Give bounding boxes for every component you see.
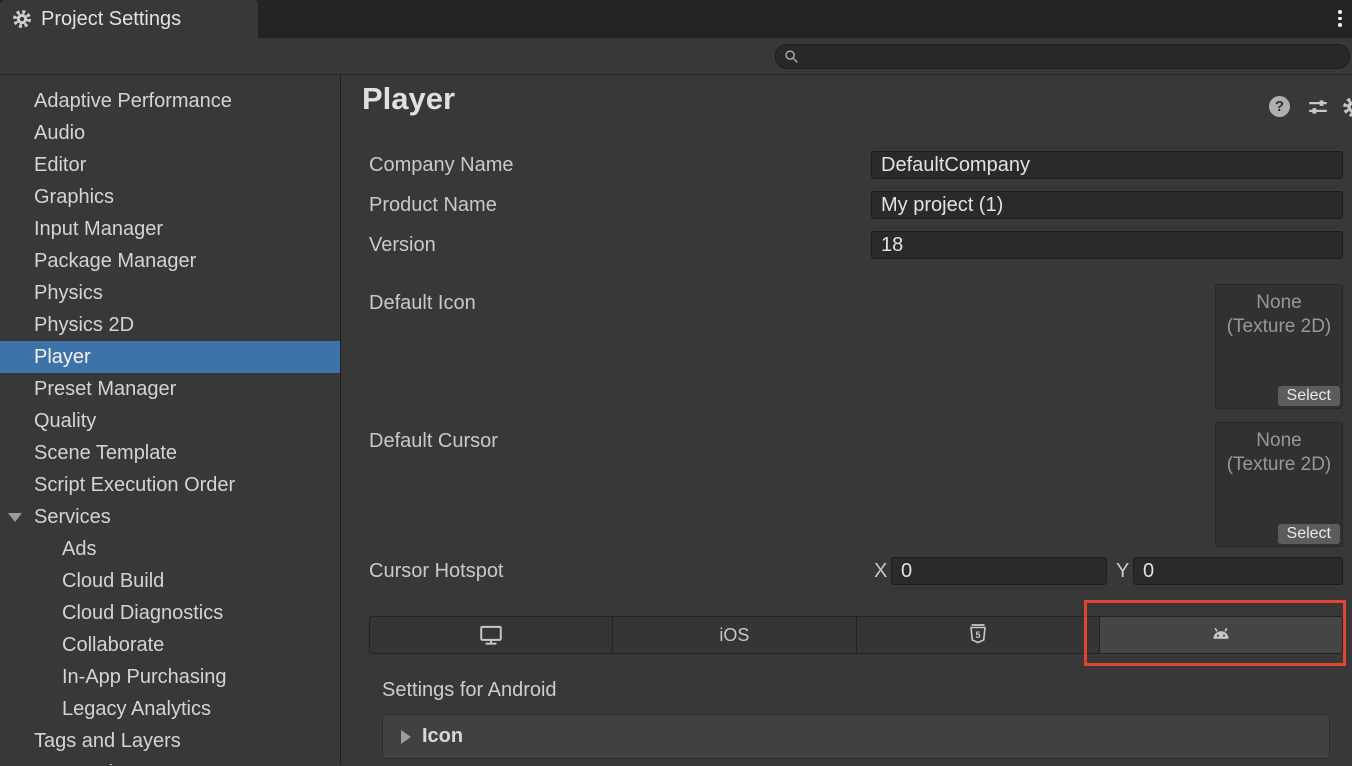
sidebar-item-ads[interactable]: Ads: [0, 533, 340, 565]
sidebar-item-label: Preset Manager: [34, 378, 176, 400]
sidebar-item-package-manager[interactable]: Package Manager: [0, 245, 340, 277]
sidebar-item-player[interactable]: Player: [0, 341, 340, 373]
window-tab-project-settings[interactable]: Project Settings: [0, 0, 258, 38]
search-input[interactable]: [805, 48, 1341, 66]
search-icon: [784, 49, 799, 64]
search-box[interactable]: [775, 44, 1350, 69]
foldout-expanded-icon[interactable]: [8, 513, 22, 522]
sidebar-item-textmesh-pro[interactable]: TextMesh Pro: [0, 757, 340, 765]
sidebar-item-physics[interactable]: Physics: [0, 277, 340, 309]
toolbar: [0, 38, 1352, 75]
platform-tab-standalone[interactable]: [370, 617, 613, 653]
product-name-input[interactable]: [871, 191, 1343, 219]
presets-icon[interactable]: [1307, 96, 1329, 118]
platform-tab-ios[interactable]: iOS: [613, 617, 856, 653]
svg-text:5: 5: [975, 630, 980, 640]
titlebar: Project Settings: [0, 0, 1352, 38]
company-name-input[interactable]: [871, 151, 1343, 179]
platform-tab-android[interactable]: [1100, 617, 1342, 653]
sidebar-item-adaptive-performance[interactable]: Adaptive Performance: [0, 85, 340, 117]
sidebar-item-label: Collaborate: [62, 634, 164, 656]
gear-icon[interactable]: [1342, 96, 1352, 118]
kebab-menu-icon[interactable]: [1331, 10, 1349, 29]
sidebar-item-label: Audio: [34, 122, 85, 144]
settings-gear-icon: [12, 9, 32, 29]
sidebar-item-label: Legacy Analytics: [62, 698, 211, 720]
settings-category-list: Adaptive Performance Audio Editor Graphi…: [0, 75, 341, 765]
sidebar-item-label: Physics 2D: [34, 314, 134, 336]
sidebar-item-label: Input Manager: [34, 218, 163, 240]
version-label: Version: [369, 231, 436, 259]
sidebar-item-label: TextMesh Pro: [34, 762, 156, 765]
version-input[interactable]: [871, 231, 1343, 259]
sidebar-item-collaborate[interactable]: Collaborate: [0, 629, 340, 661]
sidebar-item-label: Physics: [34, 282, 103, 304]
sidebar-item-services[interactable]: Services: [0, 501, 340, 533]
sidebar-item-label: Scene Template: [34, 442, 177, 464]
sidebar-item-cloud-build[interactable]: Cloud Build: [0, 565, 340, 597]
html5-icon: 5: [966, 623, 990, 647]
sidebar-item-label: Services: [34, 506, 111, 528]
project-settings-window: Project Settings Adaptive Performance Au…: [0, 0, 1352, 766]
hotspot-x-label: X: [874, 557, 887, 585]
platform-tab-bar: iOS 5: [369, 616, 1343, 654]
sidebar-item-in-app-purchasing[interactable]: In-App Purchasing: [0, 661, 340, 693]
sidebar-item-label: Adaptive Performance: [34, 90, 232, 112]
android-icon: [1208, 622, 1234, 648]
sidebar-item-legacy-analytics[interactable]: Legacy Analytics: [0, 693, 340, 725]
sidebar-item-label: In-App Purchasing: [62, 666, 227, 688]
company-name-label: Company Name: [369, 151, 514, 179]
sidebar-item-label: Tags and Layers: [34, 730, 181, 752]
section-label: Icon: [422, 725, 463, 748]
sidebar-item-scene-template[interactable]: Scene Template: [0, 437, 340, 469]
cursor-hotspot-x-input[interactable]: [891, 557, 1107, 585]
ios-tab-label: iOS: [719, 625, 749, 646]
sidebar-item-physics-2d[interactable]: Physics 2D: [0, 309, 340, 341]
default-icon-select-button[interactable]: Select: [1278, 386, 1340, 406]
cursor-hotspot-y-input[interactable]: [1133, 557, 1343, 585]
object-field-value: None (Texture 2D): [1216, 291, 1342, 339]
sidebar-item-label: Cloud Diagnostics: [62, 602, 223, 624]
settings-for-platform-header: Settings for Android: [382, 675, 557, 705]
sidebar-item-audio[interactable]: Audio: [0, 117, 340, 149]
sidebar-item-label: Editor: [34, 154, 86, 176]
sidebar-item-input-manager[interactable]: Input Manager: [0, 213, 340, 245]
default-cursor-object-field[interactable]: None (Texture 2D) Select: [1215, 422, 1343, 547]
sidebar-item-script-execution-order[interactable]: Script Execution Order: [0, 469, 340, 501]
default-icon-object-field[interactable]: None (Texture 2D) Select: [1215, 284, 1343, 409]
platform-tab-webgl[interactable]: 5: [857, 617, 1100, 653]
help-icon[interactable]: ?: [1269, 96, 1290, 117]
default-icon-label: Default Icon: [369, 289, 476, 317]
default-cursor-label: Default Cursor: [369, 427, 498, 455]
foldout-collapsed-icon: [401, 730, 411, 744]
sidebar-item-label: Ads: [62, 538, 96, 560]
cursor-hotspot-label: Cursor Hotspot: [369, 557, 504, 585]
sidebar-item-quality[interactable]: Quality: [0, 405, 340, 437]
sidebar-item-label: Quality: [34, 410, 96, 432]
hotspot-y-label: Y: [1116, 557, 1129, 585]
sidebar-item-label: Script Execution Order: [34, 474, 235, 496]
sidebar-item-editor[interactable]: Editor: [0, 149, 340, 181]
sidebar-item-graphics[interactable]: Graphics: [0, 181, 340, 213]
sidebar-item-label: Player: [34, 346, 91, 368]
player-settings-panel: Player ? Company Name Pr: [341, 75, 1352, 765]
sidebar-item-label: Package Manager: [34, 250, 196, 272]
sidebar-item-preset-manager[interactable]: Preset Manager: [0, 373, 340, 405]
object-field-value: None (Texture 2D): [1216, 429, 1342, 477]
sidebar-item-label: Cloud Build: [62, 570, 164, 592]
page-title: Player: [362, 81, 455, 117]
sidebar-item-tags-and-layers[interactable]: Tags and Layers: [0, 725, 340, 757]
icon-section-header[interactable]: Icon: [382, 714, 1330, 759]
window-body: Adaptive Performance Audio Editor Graphi…: [0, 75, 1352, 765]
window-title: Project Settings: [41, 8, 181, 31]
product-name-label: Product Name: [369, 191, 497, 219]
monitor-icon: [478, 622, 504, 648]
sidebar-item-label: Graphics: [34, 186, 114, 208]
sidebar-item-cloud-diagnostics[interactable]: Cloud Diagnostics: [0, 597, 340, 629]
default-cursor-select-button[interactable]: Select: [1278, 524, 1340, 544]
